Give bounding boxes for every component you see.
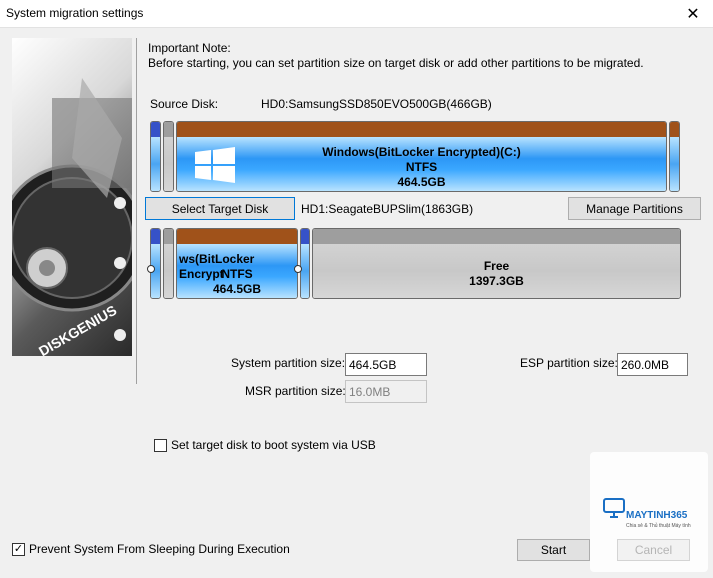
manage-partitions-button[interactable]: Manage Partitions [568,197,701,220]
resize-handle-left-icon[interactable] [147,265,155,273]
source-partition-fs: NTFS [405,160,438,174]
usb-boot-checkbox[interactable] [154,439,167,452]
select-target-disk-button[interactable]: Select Target Disk [145,197,295,220]
note-body: Before starting, you can set partition s… [148,56,644,70]
source-partition-size: 464.5GB [397,175,446,189]
free-space-name: Free [483,259,510,273]
window-title: System migration settings [6,6,144,20]
hard-disk-illustration: DISKGENIUS [12,78,132,356]
start-button[interactable]: Start [517,539,590,561]
free-space-size: 1397.3GB [469,274,524,288]
esp-partition-size-label: ESP partition size: [520,356,618,370]
source-disk-name: HD0:SamsungSSD850EVO500GB(466GB) [261,97,492,111]
resize-handle-right-icon[interactable] [294,265,302,273]
note-heading: Important Note: [148,41,231,55]
diskgenius-sidebar-image: DISKGENIUS [12,38,132,356]
target-esp-partition[interactable] [150,228,161,299]
source-recovery-partition[interactable] [669,121,680,192]
target-recovery-partition[interactable] [300,228,310,299]
target-partition-size: 464.5GB [212,282,262,296]
system-partition-size-label: System partition size: [231,356,346,370]
cancel-button[interactable]: Cancel [617,539,690,561]
source-partition-name: Windows(BitLocker Encrypted)(C:) [322,145,521,159]
source-msr-partition[interactable] [163,121,174,192]
checkmark-icon: ✓ [13,543,24,555]
prevent-sleep-checkbox[interactable]: ✓ [12,543,25,556]
target-free-space[interactable]: Free 1397.3GB [312,228,681,299]
system-partition-size-input[interactable] [345,353,427,376]
esp-partition-size-input[interactable] [617,353,688,376]
source-system-partition[interactable]: Windows(BitLocker Encrypted)(C:) NTFS 46… [176,121,667,192]
watermark-overlay: MAYTINH365 Chia sẻ & Thủ thuật Máy tính … [590,452,708,572]
source-disk-map: Windows(BitLocker Encrypted)(C:) NTFS 46… [150,121,680,192]
usb-boot-label: Set target disk to boot system via USB [171,438,376,452]
source-esp-partition[interactable] [150,121,161,192]
watermark-brand: MAYTINH365 [626,510,688,521]
target-partition-fs: NTFS [221,267,253,281]
sidebar-divider [136,38,137,384]
msr-partition-size-label: MSR partition size: [245,384,346,398]
source-disk-label: Source Disk: [150,97,219,111]
prevent-sleep-label: Prevent System From Sleeping During Exec… [29,542,290,556]
target-disk-map: ws(BitLocker Encrypt NTFS 464.5GB Free 1… [147,228,681,299]
monitor-logo-icon [603,498,625,518]
title-bar: System migration settings ✕ [0,0,713,28]
target-system-partition[interactable]: ws(BitLocker Encrypt NTFS 464.5GB [176,228,298,299]
close-icon: ✕ [686,6,700,23]
target-disk-name: HD1:SeagateBUPSlim(1863GB) [301,202,474,216]
close-button[interactable]: ✕ [673,0,713,28]
msr-partition-size-input [345,380,427,403]
watermark-tagline: Chia sẻ & Thủ thuật Máy tính [626,523,691,529]
target-msr-partition[interactable] [163,228,174,299]
